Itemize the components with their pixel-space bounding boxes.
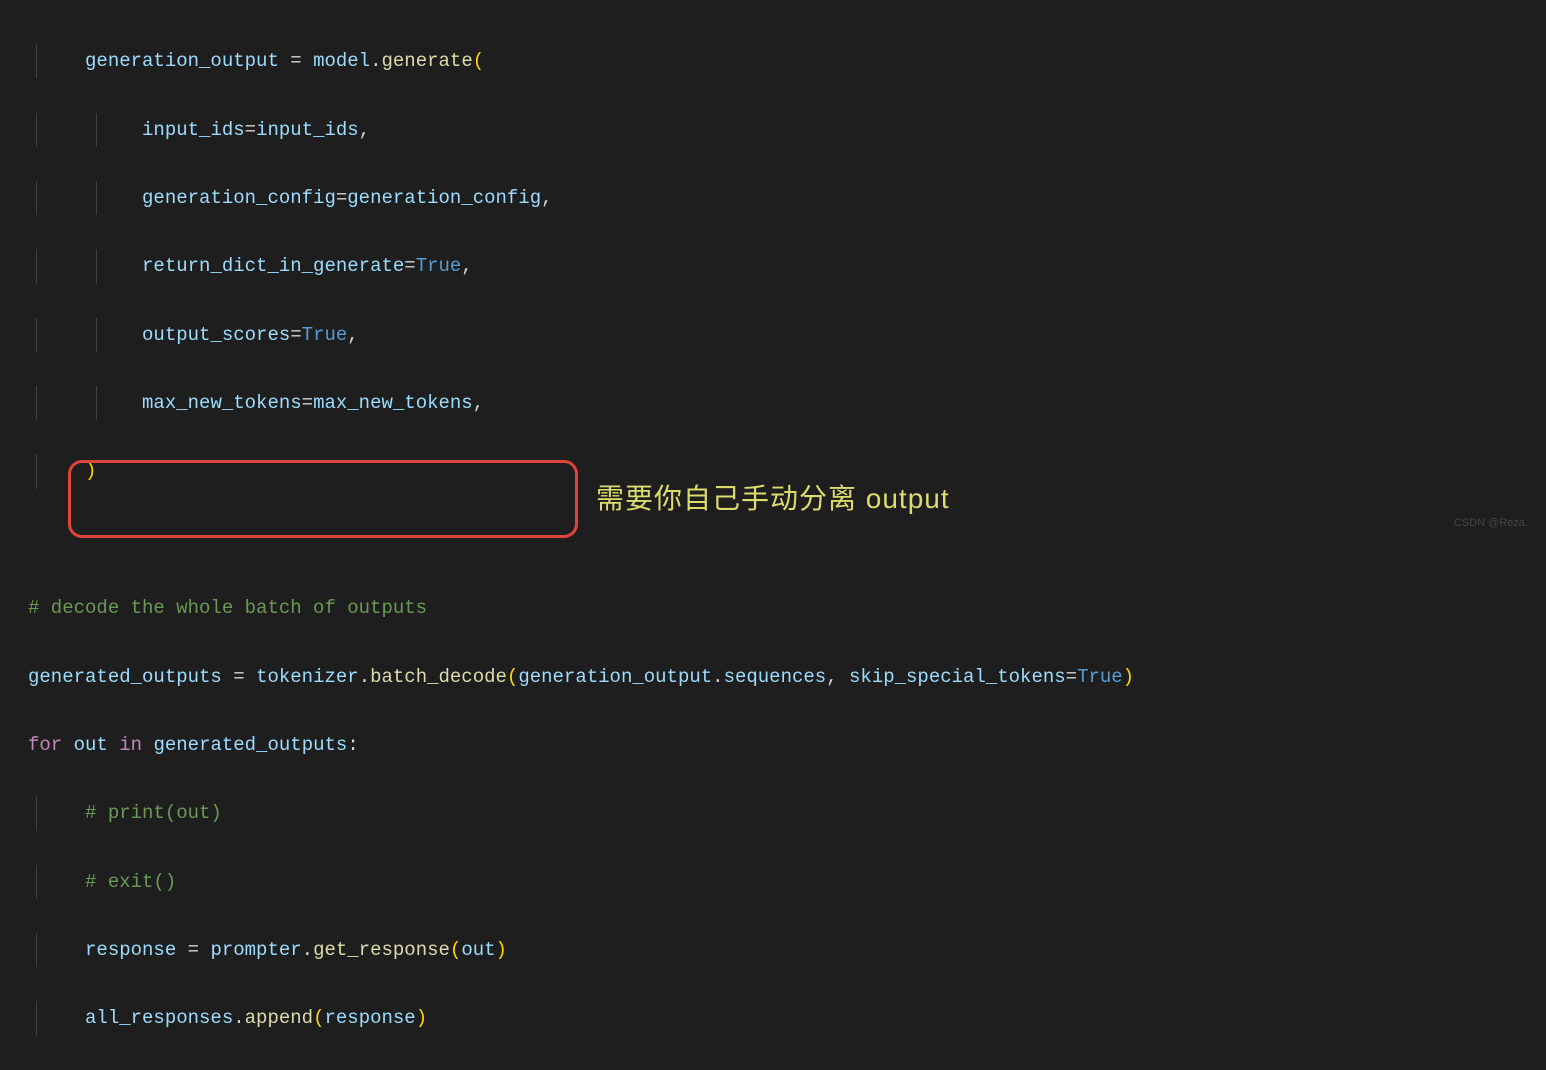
- code-token: output_scores: [142, 324, 290, 346]
- watermark: CSDN @Reza.: [1454, 514, 1528, 534]
- code-token: batch_decode: [370, 666, 507, 688]
- code-token: response: [85, 939, 176, 961]
- code-token: response: [324, 1007, 415, 1029]
- code-token: True: [302, 324, 348, 346]
- code-token: sequences: [724, 666, 827, 688]
- code-token: out: [74, 734, 108, 756]
- code-token: max_new_tokens: [142, 392, 302, 414]
- code-token: generation_config: [347, 187, 541, 209]
- code-comment: # print(out): [85, 802, 222, 824]
- code-token: get_response: [313, 939, 450, 961]
- code-token: max_new_tokens: [313, 392, 473, 414]
- code-token: model: [313, 50, 370, 72]
- code-token: generation_output: [85, 50, 279, 72]
- code-token: generated_outputs: [28, 666, 222, 688]
- annotation-text: 需要你自己手动分离 output: [596, 474, 950, 524]
- code-token: append: [245, 1007, 313, 1029]
- code-token: generate: [382, 50, 473, 72]
- code-token: out: [461, 939, 495, 961]
- code-editor[interactable]: generation_output = model.generate( inpu…: [0, 10, 1546, 1070]
- code-keyword: in: [119, 734, 142, 756]
- code-token: input_ids: [256, 119, 359, 141]
- code-token: generation_output: [518, 666, 712, 688]
- code-token: True: [1077, 666, 1123, 688]
- code-token: prompter: [210, 939, 301, 961]
- code-token: True: [416, 255, 462, 277]
- code-token: generation_config: [142, 187, 336, 209]
- code-comment: # exit(): [85, 871, 176, 893]
- code-token: all_responses: [85, 1007, 233, 1029]
- code-token: input_ids: [142, 119, 245, 141]
- code-token: skip_special_tokens: [849, 666, 1066, 688]
- code-comment: # decode the whole batch of outputs: [28, 597, 427, 619]
- code-keyword: for: [28, 734, 62, 756]
- code-token: return_dict_in_generate: [142, 255, 404, 277]
- code-token: tokenizer: [256, 666, 359, 688]
- code-token: generated_outputs: [153, 734, 347, 756]
